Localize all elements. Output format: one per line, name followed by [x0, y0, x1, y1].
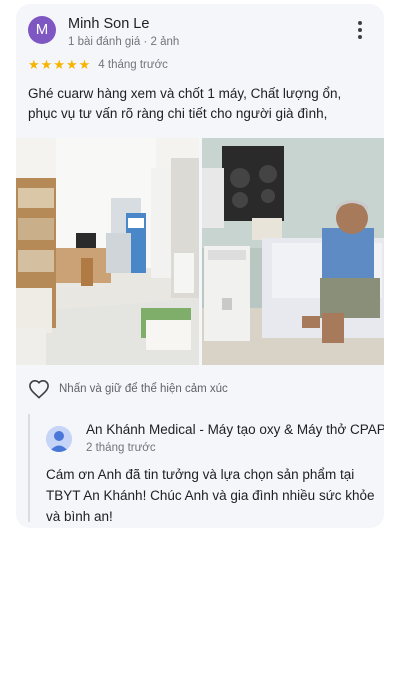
star-icon: ★	[40, 57, 53, 72]
reaction-hint: Nhấn và giữ để thể hiện cảm xúc	[59, 383, 228, 395]
customer-photo-image	[202, 138, 384, 365]
rating-row: ★ ★ ★ ★ ★ 4 tháng trước	[28, 57, 168, 73]
more-options-button[interactable]	[352, 18, 368, 42]
review-header: M Minh Son Le 1 bài đánh giá · 2 ảnh	[28, 16, 372, 52]
review-photos	[16, 138, 384, 365]
reply-divider	[28, 414, 30, 522]
review-card: M Minh Son Le 1 bài đánh giá · 2 ảnh ★ ★…	[16, 4, 384, 528]
owner-avatar[interactable]	[46, 426, 72, 452]
star-rating: ★ ★ ★ ★ ★	[28, 58, 90, 72]
owner-name[interactable]: An Khánh Medical - Máy tạo oxy & Máy thở…	[86, 422, 384, 437]
reply-text: Cám ơn Anh đã tin tưởng và lựa chọn sản …	[46, 467, 375, 524]
star-icon: ★	[53, 57, 65, 72]
star-icon: ★	[78, 57, 91, 72]
more-vert-icon	[358, 21, 362, 25]
reviewer-avatar[interactable]: M	[28, 16, 56, 44]
heart-outline-icon[interactable]	[28, 379, 50, 399]
shop-photo-image	[16, 138, 199, 365]
person-icon	[46, 426, 72, 452]
review-time: 4 tháng trước	[98, 59, 168, 71]
star-icon: ★	[28, 57, 40, 72]
reaction-row: Nhấn và giữ để thể hiện cảm xúc	[28, 378, 228, 400]
review-photo-customer[interactable]	[202, 138, 384, 365]
reviewer-meta: 1 bài đánh giá · 2 ảnh	[68, 36, 180, 48]
reply-time: 2 tháng trước	[86, 442, 156, 454]
review-text: Ghé cuarw hàng xem và chốt 1 máy, Chất l…	[28, 86, 342, 121]
review-photo-shop[interactable]	[16, 138, 199, 365]
reviewer-name[interactable]: Minh Son Le	[68, 16, 149, 32]
owner-reply: An Khánh Medical - Máy tạo oxy & Máy thở…	[28, 414, 384, 524]
star-icon: ★	[65, 57, 78, 72]
